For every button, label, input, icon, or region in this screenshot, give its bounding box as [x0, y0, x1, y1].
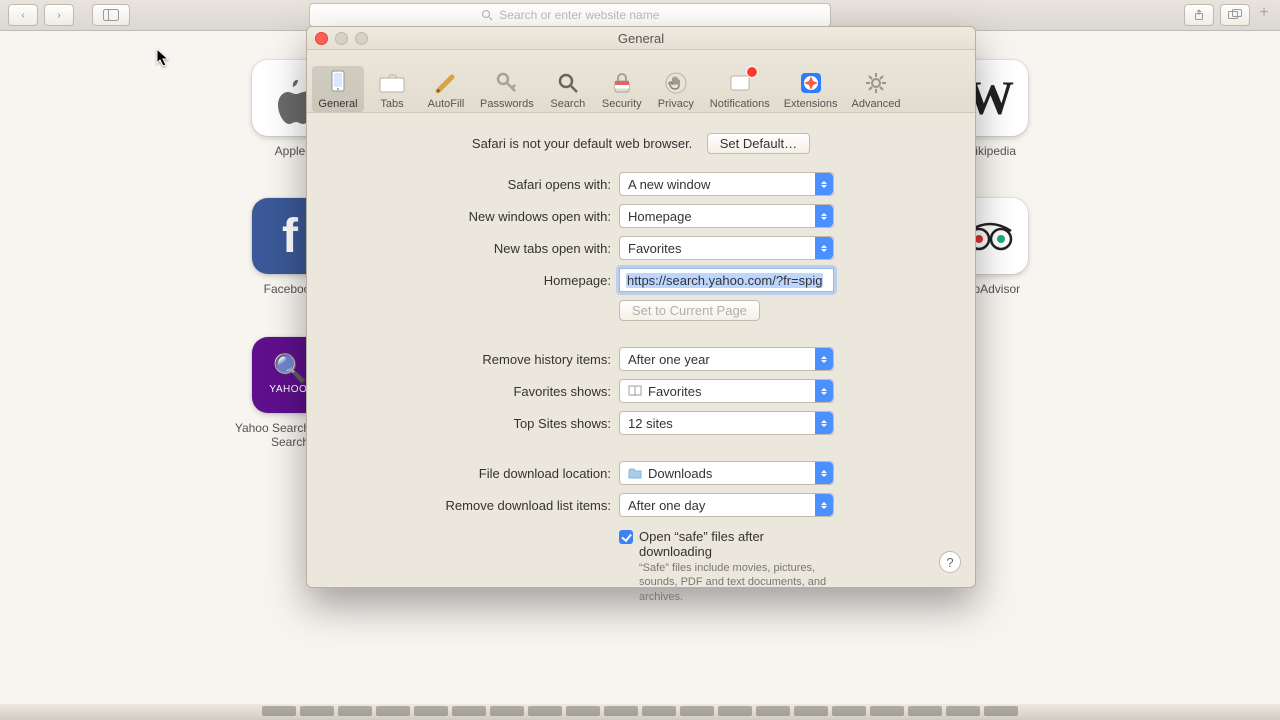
open-safe-checkbox[interactable] — [619, 530, 633, 544]
hand-icon — [662, 69, 690, 97]
minimize-window-button[interactable] — [335, 32, 348, 45]
label-new-tabs: New tabs open with: — [329, 241, 619, 256]
forward-button[interactable]: › — [44, 4, 74, 26]
tab-extensions[interactable]: Extensions — [778, 66, 844, 112]
label-favorites-shows: Favorites shows: — [329, 384, 619, 399]
tab-security[interactable]: Security — [596, 66, 648, 112]
label-remove-downloads: Remove download list items: — [329, 498, 619, 513]
popup-remove-history[interactable]: After one year — [619, 347, 834, 371]
label-new-windows: New windows open with: — [329, 209, 619, 224]
share-button[interactable] — [1184, 4, 1214, 26]
gear-icon — [862, 69, 890, 97]
preferences-window: General General Tabs AutoFill Passwords … — [306, 26, 976, 588]
help-button[interactable]: ? — [939, 551, 961, 573]
open-safe-hint: “Safe” files include movies, pictures, s… — [639, 561, 834, 604]
tabs-icon — [378, 69, 406, 97]
search-icon — [481, 9, 493, 21]
folder-icon — [628, 468, 642, 479]
sidebar-button[interactable] — [92, 4, 130, 26]
tab-search[interactable]: Search — [542, 66, 594, 112]
titlebar[interactable]: General — [307, 27, 975, 50]
zoom-window-button[interactable] — [355, 32, 368, 45]
set-default-button[interactable]: Set Default… — [707, 133, 810, 154]
popup-new-windows[interactable]: Homepage — [619, 204, 834, 228]
new-tab-button[interactable]: + — [1256, 4, 1272, 26]
label-download-location: File download location: — [329, 466, 619, 481]
compass-icon — [797, 69, 825, 97]
tab-privacy[interactable]: Privacy — [650, 66, 702, 112]
tab-autofill[interactable]: AutoFill — [420, 66, 472, 112]
url-bar[interactable]: Search or enter website name — [309, 3, 831, 27]
back-button[interactable]: ‹ — [8, 4, 38, 26]
popup-remove-downloads[interactable]: After one day — [619, 493, 834, 517]
homepage-field[interactable]: https://search.yahoo.com/?fr=spig — [619, 268, 834, 292]
set-current-page-button[interactable]: Set to Current Page — [619, 300, 760, 321]
label-opens-with: Safari opens with: — [329, 177, 619, 192]
close-window-button[interactable] — [315, 32, 328, 45]
popup-opens-with[interactable]: A new window — [619, 172, 834, 196]
tab-advanced[interactable]: Advanced — [846, 66, 907, 112]
tab-general[interactable]: General — [312, 66, 364, 112]
dock[interactable] — [0, 704, 1280, 720]
url-placeholder: Search or enter website name — [499, 8, 659, 22]
pref-tabbar: General Tabs AutoFill Passwords Search S… — [307, 50, 975, 113]
lock-icon — [608, 69, 636, 97]
key-icon — [493, 69, 521, 97]
book-icon — [628, 385, 642, 397]
popup-download-location[interactable]: Downloads — [619, 461, 834, 485]
tab-tabs[interactable]: Tabs — [366, 66, 418, 112]
notifications-badge — [746, 66, 758, 78]
tab-passwords[interactable]: Passwords — [474, 66, 540, 112]
label-homepage: Homepage: — [329, 273, 619, 288]
open-safe-label: Open “safe” files after downloading — [639, 529, 834, 559]
autofill-icon — [432, 69, 460, 97]
search-icon — [554, 69, 582, 97]
general-icon — [324, 69, 352, 97]
window-title: General — [307, 31, 975, 46]
popup-new-tabs[interactable]: Favorites — [619, 236, 834, 260]
label-remove-history: Remove history items: — [329, 352, 619, 367]
popup-favorites-shows[interactable]: Favorites — [619, 379, 834, 403]
tabs-button[interactable] — [1220, 4, 1250, 26]
notifications-icon — [726, 69, 754, 97]
default-browser-message: Safari is not your default web browser. — [472, 136, 692, 151]
tab-notifications[interactable]: Notifications — [704, 66, 776, 112]
popup-top-sites[interactable]: 12 sites — [619, 411, 834, 435]
label-top-sites: Top Sites shows: — [329, 416, 619, 431]
